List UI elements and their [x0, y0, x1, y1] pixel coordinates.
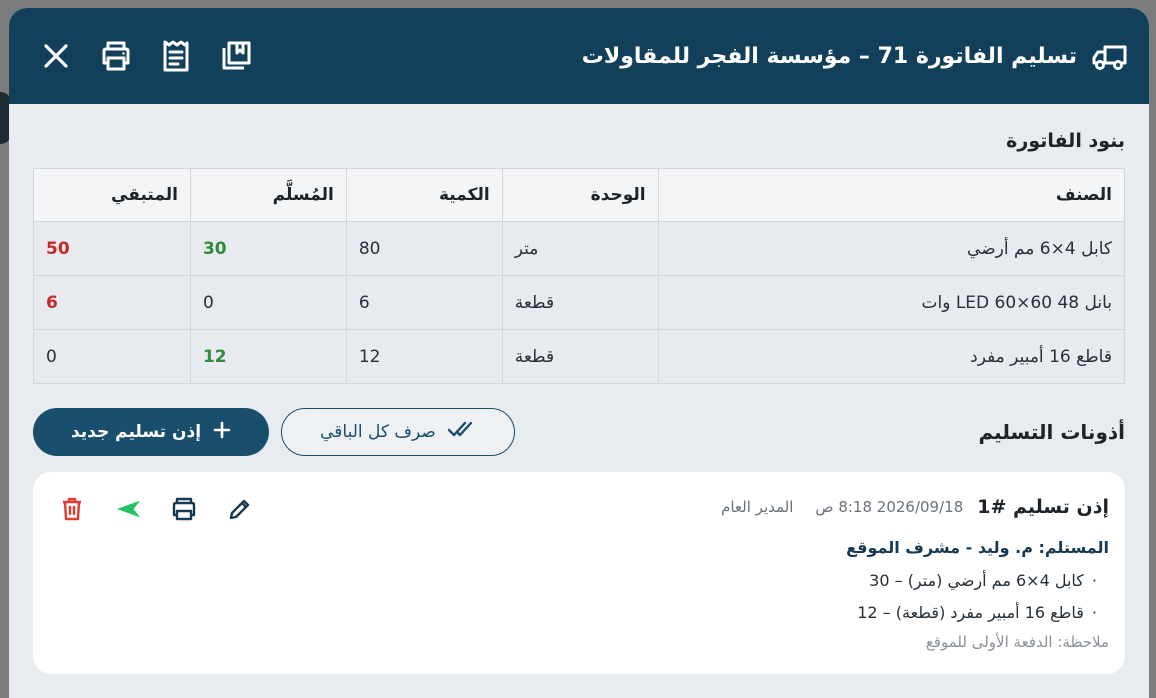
cell-quantity: 80 — [345, 221, 503, 276]
table-row: كابل 4×6 مم أرضي متر 80 30 50 — [33, 221, 1126, 276]
delivery-note-title: إذن تسليم #1 — [977, 496, 1109, 518]
delivery-notes-bar: أذونات التسليم إذن تسليم جديد صرف كل الب… — [9, 384, 1149, 456]
delivery-note-actions — [59, 496, 253, 522]
cell-unit: قطعة — [501, 275, 659, 330]
delivery-note-remark: ملاحظة: الدفعة الأولى للموقع — [925, 633, 1109, 651]
new-delivery-note-button[interactable]: إذن تسليم جديد — [33, 408, 269, 456]
items-section-title: بنود الفاتورة — [1006, 130, 1125, 152]
cell-unit: متر — [501, 221, 659, 276]
column-header-remaining: المتبقي — [33, 168, 191, 222]
cell-item-name: كابل 4×6 مم أرضي — [657, 221, 1126, 276]
print-icon[interactable] — [171, 496, 197, 522]
print-icon[interactable] — [99, 39, 133, 73]
cell-delivered: 0 — [189, 275, 347, 330]
table-header-row: الصنف الوحدة الكمية المُسلَّم المتبقي — [33, 168, 1126, 222]
column-header-item: الصنف — [657, 168, 1126, 222]
cell-delivered: 12 — [189, 329, 347, 384]
cell-remaining: 6 — [33, 275, 191, 330]
delivery-note-recipient: المستلم: م. وليد - مشرف الموقع — [846, 538, 1109, 557]
table-row: بانل LED 60×60 48 وات قطعة 6 0 6 — [33, 275, 1126, 330]
book-icon[interactable] — [219, 39, 253, 73]
cell-quantity: 6 — [345, 275, 503, 330]
cell-remaining: 0 — [33, 329, 191, 384]
delivery-note-lines: كابل 4×6 مم أرضي (متر) – 30 قاطع 16 أمبي… — [49, 565, 1109, 629]
table-row: قاطع 16 أمبير مفرد قطعة 12 12 0 — [33, 329, 1126, 384]
delivery-note-datetime: 2026/09/18 8:18 ص — [815, 498, 964, 516]
cell-quantity: 12 — [345, 329, 503, 384]
edit-icon[interactable] — [227, 496, 253, 522]
double-check-icon — [447, 421, 476, 444]
cell-remaining: 50 — [33, 221, 191, 276]
column-header-quantity: الكمية — [345, 168, 503, 222]
cell-item-name: قاطع 16 أمبير مفرد — [657, 329, 1126, 384]
column-header-delivered: المُسلَّم — [189, 168, 347, 222]
dispense-all-remaining-label: صرف كل الباقي — [320, 422, 436, 442]
delivery-notes-title: أذونات التسليم — [978, 420, 1125, 444]
delivery-modal: تسليم الفاتورة 71 – مؤسسة الفجر للمقاولا… — [9, 8, 1149, 698]
header-actions — [39, 39, 253, 73]
delete-icon[interactable] — [59, 496, 85, 522]
cell-delivered: 30 — [189, 221, 347, 276]
dispense-all-remaining-button[interactable]: صرف كل الباقي — [281, 408, 515, 456]
invoice-items-table: الصنف الوحدة الكمية المُسلَّم المتبقي كا… — [33, 168, 1126, 384]
delivery-note-user: المدير العام — [721, 498, 794, 516]
modal-title-wrap: تسليم الفاتورة 71 – مؤسسة الفجر للمقاولا… — [582, 41, 1127, 71]
send-icon[interactable] — [115, 496, 141, 522]
modal-title: تسليم الفاتورة 71 – مؤسسة الفجر للمقاولا… — [581, 43, 1077, 69]
delivery-note-card: إذن تسليم #1 2026/09/18 8:18 ص المدير ال… — [33, 472, 1125, 674]
new-delivery-note-label: إذن تسليم جديد — [70, 422, 202, 442]
list-item: قاطع 16 أمبير مفرد (قطعة) – 12 — [49, 597, 1109, 629]
truck-icon — [1091, 41, 1127, 71]
list-item: كابل 4×6 مم أرضي (متر) – 30 — [49, 565, 1109, 597]
column-header-unit: الوحدة — [501, 168, 659, 222]
modal-header: تسليم الفاتورة 71 – مؤسسة الفجر للمقاولا… — [9, 8, 1149, 104]
delivery-notes-actions: إذن تسليم جديد صرف كل الباقي — [33, 408, 515, 456]
cell-item-name: بانل LED 60×60 48 وات — [657, 275, 1126, 330]
receipt-icon[interactable] — [159, 39, 193, 73]
cell-unit: قطعة — [501, 329, 659, 384]
close-icon[interactable] — [39, 39, 73, 73]
plus-icon — [213, 421, 231, 444]
